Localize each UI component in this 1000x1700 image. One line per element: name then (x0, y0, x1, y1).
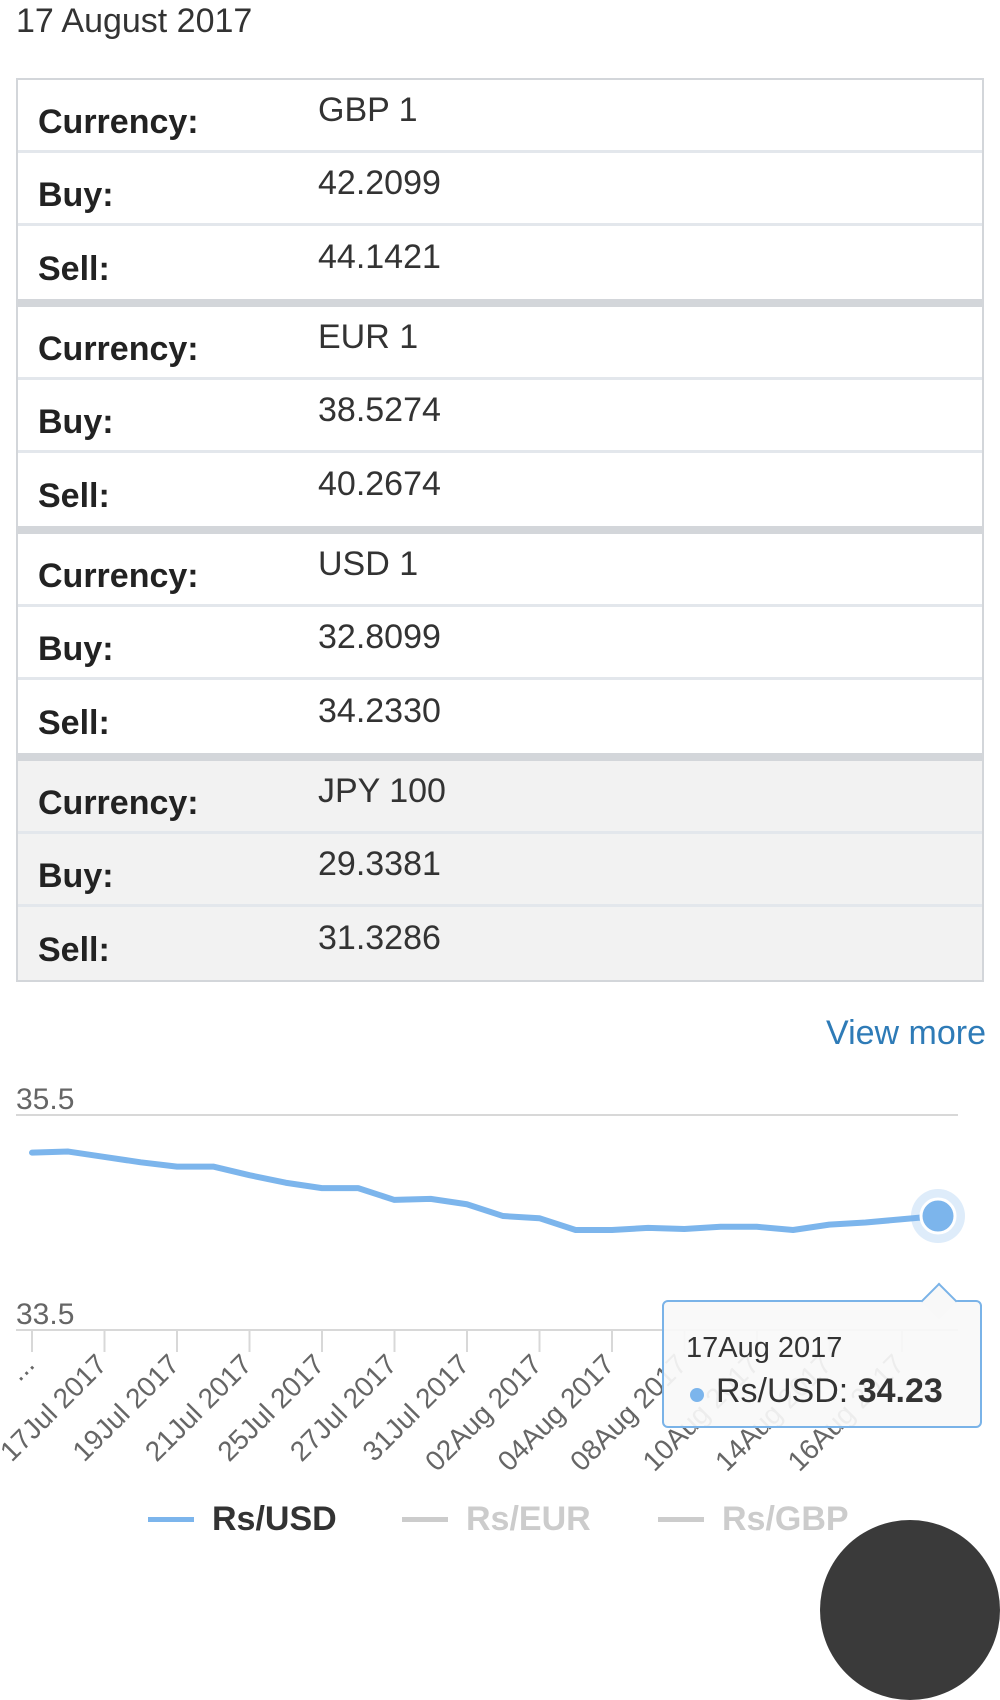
sell-label: Sell: (38, 931, 110, 969)
sell-label: Sell: (38, 704, 110, 742)
x-tick-label: ... (2, 1348, 40, 1386)
legend-label: Rs/EUR (466, 1500, 591, 1538)
sell-label: Sell: (38, 250, 110, 288)
sell-value: 34.2330 (318, 692, 441, 730)
y-tick-label: 35.5 (16, 1083, 74, 1116)
buy-label: Buy: (38, 402, 114, 441)
view-more-link[interactable]: View more (826, 1014, 986, 1053)
sell-value: 40.2674 (318, 465, 441, 503)
legend-swatch (402, 1517, 448, 1522)
tooltip-series-value: Rs/USD: 34.23 (716, 1372, 943, 1410)
buy-row: Buy: 29.3381 (18, 834, 982, 907)
buy-row: Buy: 42.2099 (18, 153, 982, 226)
legend-item-rs-eur[interactable]: Rs/EUR (402, 1500, 591, 1539)
series-line-rs-usd (29, 1148, 941, 1234)
chart-plot: 35.533.5...17Jul 201719Jul 201721Jul 201… (0, 1083, 965, 1477)
currency-row: Currency: USD 1 (18, 534, 982, 607)
page-date: 17 August 2017 (16, 2, 253, 40)
currency-value: GBP 1 (318, 90, 418, 129)
sell-row: Sell: 34.2330 (18, 680, 982, 753)
legend-label: Rs/USD (212, 1500, 337, 1538)
legend-swatch (658, 1517, 704, 1522)
currency-value: EUR 1 (318, 317, 419, 356)
legend-swatch (148, 1517, 194, 1522)
chart-tooltip: 17Aug 2017 Rs/USD: 34.23 (662, 1282, 982, 1428)
buy-value: 29.3381 (318, 844, 441, 883)
legend-item-rs-gbp[interactable]: Rs/GBP (658, 1500, 849, 1539)
currency-label: Currency: (38, 102, 199, 141)
currency-row: Currency: GBP 1 (18, 80, 982, 153)
currency-label: Currency: (38, 783, 199, 822)
buy-label: Buy: (38, 175, 114, 214)
rate-history-chart: 35.5 33.5... 17Jul 2017 19Jul 2017 21Jul 201… (0, 1070, 1000, 1552)
buy-row: Buy: 32.8099 (18, 607, 982, 680)
buy-value: 38.5274 (318, 390, 441, 429)
legend-label: Rs/GBP (722, 1500, 849, 1538)
tooltip-date: 17Aug 2017 (686, 1332, 843, 1364)
currency-value: JPY 100 (318, 771, 446, 810)
legend-item-rs-usd[interactable]: Rs/USD (148, 1500, 337, 1539)
buy-row: Buy: 38.5274 (18, 380, 982, 453)
y-tick-label: 33.5 (16, 1298, 74, 1331)
buy-value: 32.8099 (318, 617, 441, 656)
currency-row: Currency: JPY 100 (18, 761, 982, 834)
sell-value: 31.3286 (318, 919, 441, 957)
currency-value: USD 1 (318, 544, 419, 583)
exchange-rates-table: Currency: GBP 1 Buy: 42.2099 Sell: 44.14… (16, 78, 984, 982)
buy-value: 42.2099 (318, 163, 441, 202)
currency-label: Currency: (38, 329, 199, 368)
sell-row: Sell: 40.2674 (18, 453, 982, 526)
rate-group-usd: Currency: USD 1 Buy: 32.8099 Sell: 34.23… (18, 534, 982, 761)
tooltip-series-dot (690, 1388, 704, 1402)
floating-action-button[interactable] (820, 1520, 1000, 1700)
sell-row: Sell: 31.3286 (18, 907, 982, 980)
rate-group-eur: Currency: EUR 1 Buy: 38.5274 Sell: 40.26… (18, 307, 982, 534)
buy-label: Buy: (38, 856, 114, 895)
rate-group-jpy: Currency: JPY 100 Buy: 29.3381 Sell: 31.… (18, 761, 982, 980)
sell-row: Sell: 44.1421 (18, 226, 982, 299)
chart-legend: Rs/USD Rs/EUR Rs/GBP (0, 1500, 1000, 1544)
sell-value: 44.1421 (318, 238, 441, 276)
sell-label: Sell: (38, 477, 110, 515)
buy-label: Buy: (38, 629, 114, 668)
tooltip-value: 34.23 (857, 1372, 943, 1410)
currency-label: Currency: (38, 556, 199, 595)
tooltip-series-name: Rs/USD (716, 1372, 839, 1410)
highlight-point (919, 1197, 957, 1235)
currency-row: Currency: EUR 1 (18, 307, 982, 380)
rate-group-gbp: Currency: GBP 1 Buy: 42.2099 Sell: 44.14… (18, 80, 982, 307)
